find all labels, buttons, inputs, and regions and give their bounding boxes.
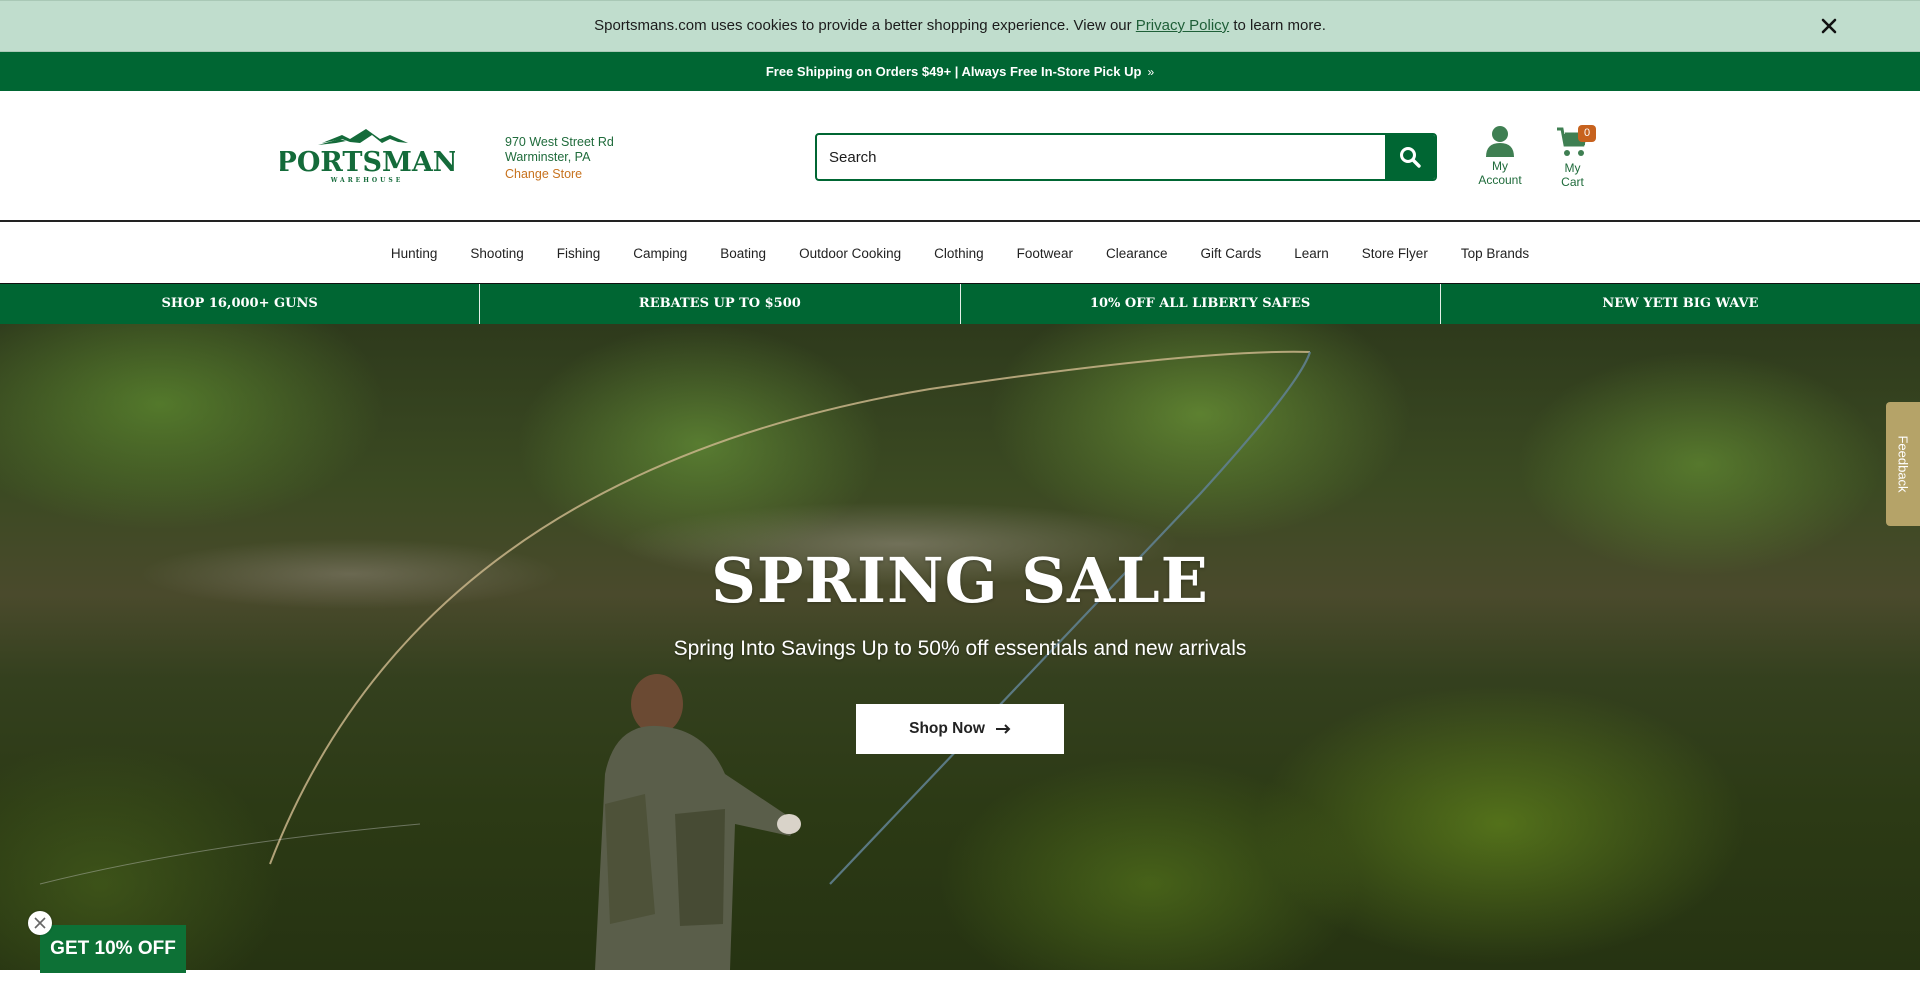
arrow-right-icon [995, 724, 1011, 734]
promo-rebates[interactable]: REBATES UP TO $500 [480, 284, 961, 324]
nav-item-gift-cards[interactable]: Gift Cards [1184, 246, 1278, 261]
search-input[interactable] [817, 135, 1387, 179]
search-bar [815, 133, 1437, 181]
cookie-text-after: to learn more. [1229, 17, 1326, 34]
promo-liberty-safes[interactable]: 10% OFF ALL LIBERTY SAFES [961, 284, 1441, 324]
cart-label-line1: My [1564, 161, 1581, 175]
promo-yeti-big-wave[interactable]: NEW YETI BIG WAVE [1441, 284, 1920, 324]
nav-item-clothing[interactable]: Clothing [918, 246, 1001, 261]
logo-wordmark: SPORTSMANS [280, 147, 455, 178]
close-x-icon [34, 917, 46, 929]
store-info: 970 West Street Rd Warminster, PA Change… [505, 135, 614, 182]
close-x-icon [1821, 18, 1837, 34]
store-address-line1: 970 West Street Rd [505, 135, 614, 149]
nav-item-clearance[interactable]: Clearance [1089, 246, 1184, 261]
promo-shop-guns[interactable]: SHOP 16,000+ GUNS [0, 284, 481, 324]
cookie-text-before: Sportsmans.com uses cookies to provide a… [594, 17, 1136, 34]
free-shipping-bar[interactable]: Free Shipping on Orders $49+ | Always Fr… [0, 52, 1920, 91]
cookie-banner: Sportsmans.com uses cookies to provide a… [0, 0, 1920, 52]
store-address-line2: Warminster, PA [505, 149, 591, 164]
user-icon [1486, 126, 1514, 157]
mountain-logo-icon: SPORTSMANS WAREHOUSE [257, 129, 477, 184]
nav-item-top-brands[interactable]: Top Brands [1444, 246, 1545, 261]
search-icon [1400, 147, 1421, 168]
sportsmans-logo[interactable]: SPORTSMANS WAREHOUSE [257, 129, 477, 185]
my-cart-button[interactable]: 0 My Cart [1545, 125, 1600, 189]
hero-banner: SPRING SALE Spring Into Savings Up to 50… [0, 324, 1920, 970]
privacy-policy-link[interactable]: Privacy Policy [1136, 17, 1229, 34]
my-account-button[interactable]: My Account [1470, 125, 1530, 187]
nav-item-shooting[interactable]: Shooting [454, 246, 540, 261]
feedback-label: Feedback [1895, 435, 1911, 493]
shop-now-label: Shop Now [909, 720, 985, 737]
shop-now-button[interactable]: Shop Now [856, 704, 1064, 754]
nav-item-learn[interactable]: Learn [1278, 246, 1346, 261]
nav-item-camping[interactable]: Camping [617, 246, 704, 261]
search-button[interactable] [1385, 135, 1435, 179]
discount-close-button[interactable] [28, 911, 52, 935]
cookie-close-button[interactable] [1818, 15, 1840, 37]
site-header: SPORTSMANS WAREHOUSE 970 West Street Rd … [0, 91, 1920, 222]
change-store-link[interactable]: Change Store [505, 167, 614, 182]
nav-item-fishing[interactable]: Fishing [540, 246, 617, 261]
category-nav: Hunting Shooting Fishing Camping Boating… [0, 224, 1920, 283]
chevron-right-icon: » [1147, 65, 1155, 79]
promo-bar: SHOP 16,000+ GUNS REBATES UP TO $500 10%… [0, 283, 1920, 324]
hero-subtitle: Spring Into Savings Up to 50% off essent… [673, 637, 1247, 660]
hero-title: SPRING SALE [711, 544, 1209, 617]
logo-tagline: WAREHOUSE [330, 177, 404, 184]
get-discount-button[interactable]: GET 10% OFF [40, 925, 186, 973]
cart-label-line2: Cart [1561, 175, 1584, 189]
nav-item-outdoor-cooking[interactable]: Outdoor Cooking [783, 246, 918, 261]
cart-count-badge: 0 [1578, 125, 1596, 142]
account-label-line1: My [1492, 159, 1508, 173]
cookie-message: Sportsmans.com uses cookies to provide a… [0, 17, 1920, 34]
nav-item-boating[interactable]: Boating [704, 246, 783, 261]
account-label-line2: Account [1478, 173, 1522, 187]
angler-figure [595, 674, 801, 970]
nav-item-footwear[interactable]: Footwear [1000, 246, 1089, 261]
nav-item-hunting[interactable]: Hunting [374, 246, 454, 261]
shipping-text: Free Shipping on Orders $49+ | Always Fr… [765, 64, 1142, 79]
nav-item-store-flyer[interactable]: Store Flyer [1345, 246, 1444, 261]
feedback-tab[interactable]: Feedback [1886, 402, 1920, 526]
